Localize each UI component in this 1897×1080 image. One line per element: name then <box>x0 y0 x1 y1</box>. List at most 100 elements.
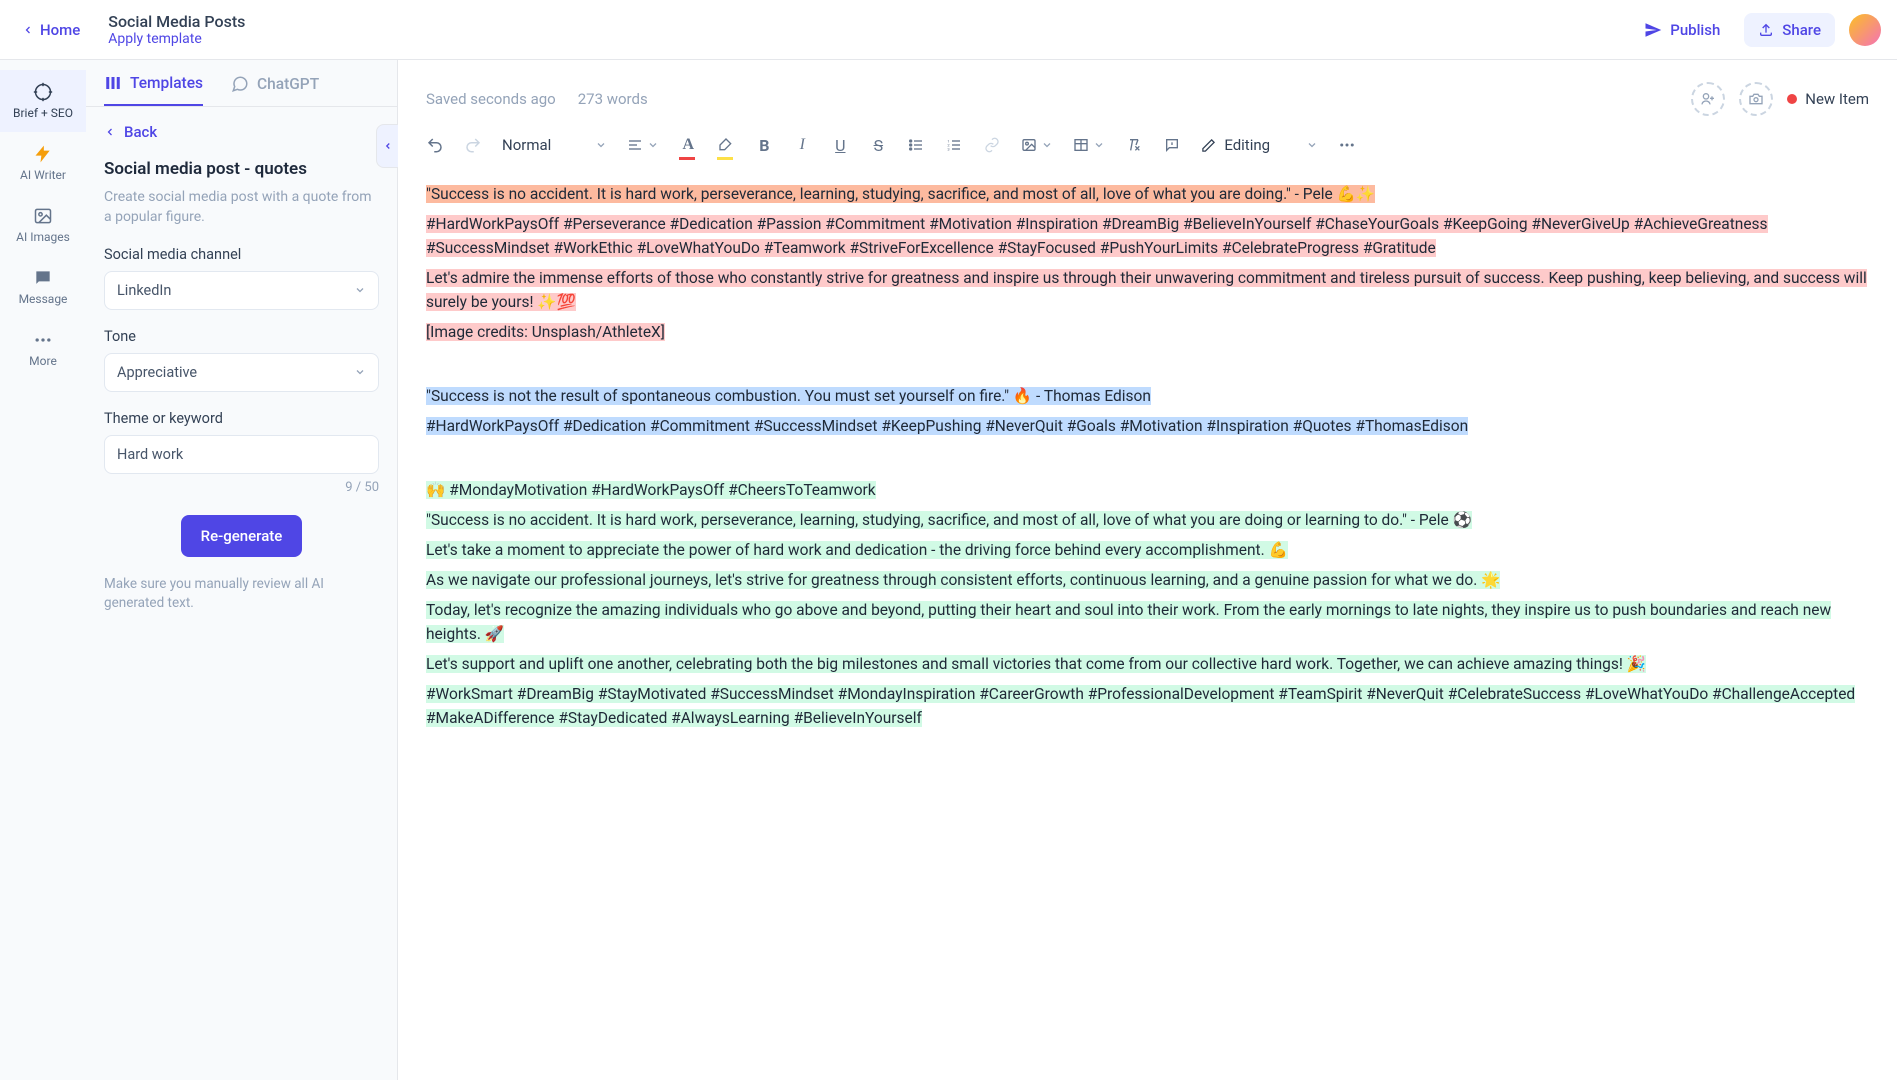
panel-title: Social media post - quotes <box>104 159 379 179</box>
chevron-down-icon <box>1093 139 1105 151</box>
page-title: Social Media Posts <box>108 12 245 31</box>
bold-button[interactable]: B <box>755 134 773 156</box>
table-button[interactable] <box>1073 134 1105 156</box>
redo-button[interactable] <box>464 134 482 156</box>
italic-button[interactable]: I <box>793 134 811 156</box>
sidebar-panel: Templates ChatGPT Back Social media post… <box>86 60 398 1080</box>
text: Let's take a moment to appreciate the po… <box>426 541 1288 559</box>
undo-button[interactable] <box>426 134 444 156</box>
numbered-list-button[interactable]: 123 <box>945 134 963 156</box>
tab-label: ChatGPT <box>257 75 319 93</box>
image-icon <box>1021 137 1037 153</box>
table-icon <box>1073 137 1089 153</box>
highlight-button[interactable] <box>717 134 735 156</box>
char-count: 9 / 50 <box>104 480 379 495</box>
nav-label: AI Writer <box>20 168 66 182</box>
link-icon <box>984 137 1000 153</box>
strikethrough-button[interactable]: S <box>869 134 887 156</box>
home-label: Home <box>40 21 80 39</box>
publish-label: Publish <box>1670 21 1720 39</box>
avatar[interactable] <box>1849 14 1881 46</box>
theme-value: Hard work <box>117 446 183 463</box>
target-icon <box>33 82 53 102</box>
text: #HardWorkPaysOff #Dedication #Commitment… <box>426 417 1468 435</box>
theme-input[interactable]: Hard work <box>104 435 379 474</box>
text: "Success is no accident. It is hard work… <box>426 185 1375 203</box>
align-button[interactable] <box>627 134 659 156</box>
apply-template-link[interactable]: Apply template <box>108 31 245 47</box>
nav-label: Message <box>19 292 68 306</box>
message-icon <box>33 268 53 288</box>
share-button[interactable]: Share <box>1744 13 1835 47</box>
nav-rail: Brief + SEO AI Writer AI Images Message … <box>0 60 86 1080</box>
text: Today, let's recognize the amazing indiv… <box>426 601 1831 643</box>
image-icon <box>33 206 53 226</box>
text: Let's support and uplift one another, ce… <box>426 655 1646 673</box>
nav-message[interactable]: Message <box>0 256 86 318</box>
text: #WorkSmart #DreamBig #StayMotivated #Suc… <box>426 685 1855 727</box>
more-icon <box>33 330 53 350</box>
nav-ai-writer[interactable]: AI Writer <box>0 132 86 194</box>
underline-button[interactable]: U <box>831 134 849 156</box>
nav-more[interactable]: More <box>0 318 86 380</box>
clear-format-button[interactable] <box>1125 134 1143 156</box>
editor: Saved seconds ago 273 words New Item <box>398 60 1897 1080</box>
svg-text:3: 3 <box>948 146 950 151</box>
font-color-button[interactable]: A <box>679 134 697 156</box>
tab-chatgpt[interactable]: ChatGPT <box>231 74 319 106</box>
text: "Success is no accident. It is hard work… <box>426 511 1472 529</box>
text: 🙌 #MondayMotivation #HardWorkPaysOff #Ch… <box>426 481 876 499</box>
channel-value: LinkedIn <box>117 282 171 299</box>
chevron-down-icon <box>595 139 607 151</box>
text: [Image credits: Unsplash/AthleteX] <box>426 323 665 341</box>
back-link[interactable]: Back <box>104 123 157 141</box>
panel-note: Make sure you manually review all AI gen… <box>104 575 379 614</box>
add-image-button[interactable] <box>1739 82 1773 116</box>
clear-format-icon <box>1126 137 1142 153</box>
chat-icon <box>231 75 249 93</box>
collapse-panel-button[interactable] <box>376 124 398 168</box>
comment-button[interactable] <box>1163 134 1181 156</box>
nav-label: More <box>29 354 57 368</box>
editor-content[interactable]: "Success is no accident. It is hard work… <box>398 172 1897 1080</box>
image-button[interactable] <box>1021 134 1053 156</box>
templates-icon <box>104 74 122 92</box>
user-plus-icon <box>1700 91 1716 107</box>
field-label-tone: Tone <box>104 328 379 345</box>
channel-select[interactable]: LinkedIn <box>104 271 379 310</box>
mode-value: Editing <box>1224 136 1270 154</box>
send-icon <box>1644 21 1662 39</box>
tone-select[interactable]: Appreciative <box>104 353 379 392</box>
back-label: Back <box>124 123 157 141</box>
nav-ai-images[interactable]: AI Images <box>0 194 86 256</box>
more-icon <box>1338 136 1356 154</box>
list-icon <box>908 137 924 153</box>
comment-icon <box>1164 137 1180 153</box>
camera-icon <box>1748 91 1764 107</box>
publish-button[interactable]: Publish <box>1634 15 1730 45</box>
bullet-list-button[interactable] <box>907 134 925 156</box>
tone-value: Appreciative <box>117 364 197 381</box>
field-label-channel: Social media channel <box>104 246 379 263</box>
more-options-button[interactable] <box>1338 134 1356 156</box>
status-select[interactable]: New Item <box>1787 90 1869 108</box>
status-dot-icon <box>1787 94 1797 104</box>
heading-select[interactable]: Normal <box>502 136 607 154</box>
chevron-left-icon <box>104 125 116 139</box>
regenerate-button[interactable]: Re-generate <box>181 515 303 557</box>
numbered-list-icon: 123 <box>946 137 962 153</box>
heading-value: Normal <box>502 136 551 154</box>
chevron-left-icon <box>22 23 34 37</box>
upload-icon <box>1758 22 1774 38</box>
text: As we navigate our professional journeys… <box>426 571 1500 589</box>
home-button[interactable]: Home <box>12 15 90 45</box>
redo-icon <box>464 136 482 154</box>
field-label-theme: Theme or keyword <box>104 410 379 427</box>
nav-brief-seo[interactable]: Brief + SEO <box>0 70 86 132</box>
tab-templates[interactable]: Templates <box>104 74 203 106</box>
mode-select[interactable]: Editing <box>1201 136 1318 154</box>
word-count: 273 words <box>578 90 648 108</box>
add-user-button[interactable] <box>1691 82 1725 116</box>
share-label: Share <box>1782 21 1821 39</box>
link-button[interactable] <box>983 134 1001 156</box>
